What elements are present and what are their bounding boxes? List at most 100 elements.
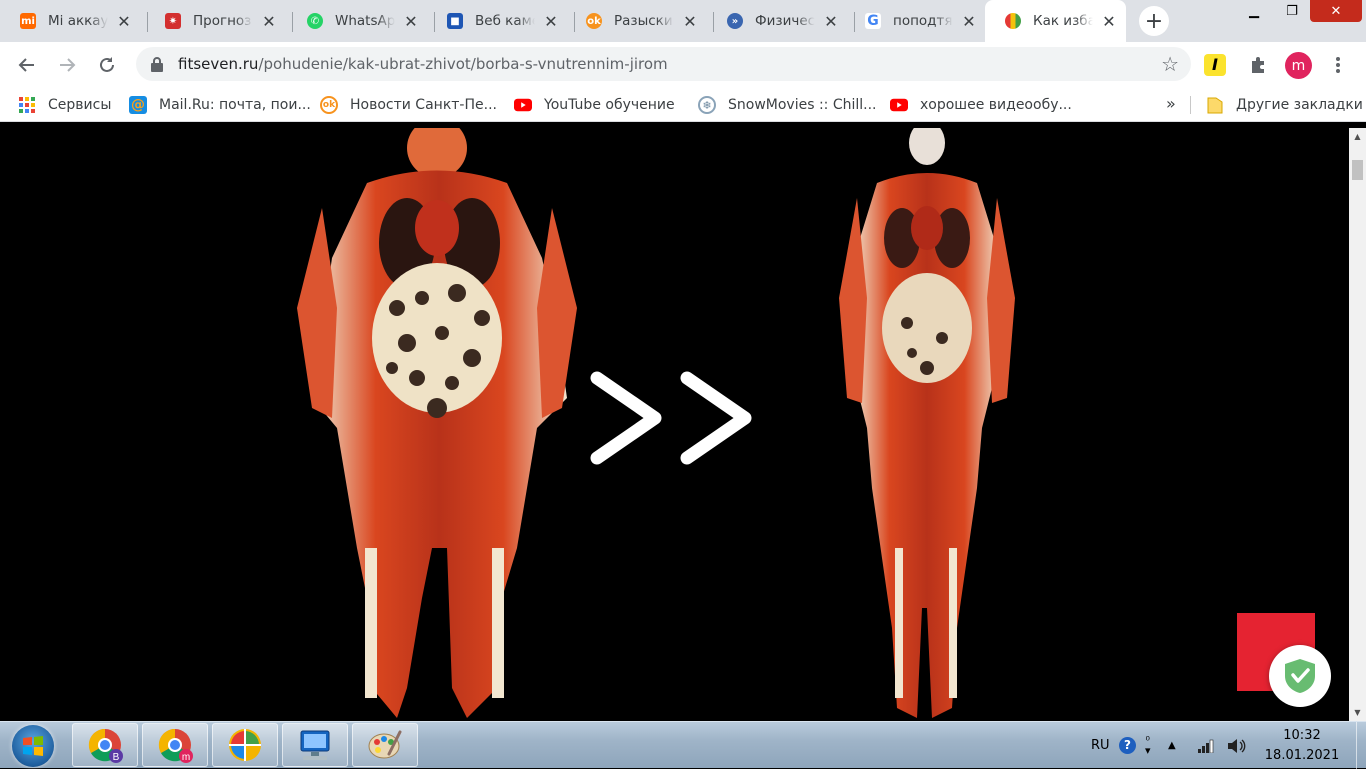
snowmovies-icon: ❄ <box>698 96 716 114</box>
show-hidden-icons-icon[interactable]: ▲ <box>1168 722 1176 769</box>
taskbar-chrome-profile-b[interactable]: B <box>72 723 138 767</box>
forecast-icon: ✷ <box>165 13 181 29</box>
clock-date: 18.01.2021 <box>1264 748 1340 763</box>
close-tab-icon[interactable]: ✕ <box>823 12 839 31</box>
system-clock[interactable]: 10:32 18.01.2021 <box>1262 726 1342 766</box>
bookmark-label: Mail.Ru: почта, пои... <box>159 97 311 113</box>
ime-tray-icon[interactable]: ⁰ ▾ <box>1145 722 1151 769</box>
clock-time: 10:32 <box>1283 728 1321 743</box>
other-bookmarks[interactable]: Другие закладки <box>1206 95 1363 115</box>
scroll-down-arrow-icon[interactable]: ▼ <box>1349 704 1366 721</box>
help-tray-icon[interactable]: ? <box>1119 722 1136 769</box>
tab-title: Разыскиваются <box>614 13 674 29</box>
physics-icon: » <box>727 13 743 29</box>
scrollbar-thumb[interactable] <box>1352 160 1363 180</box>
tab-title: Mi аккаунт <box>48 13 108 29</box>
bookmarks-overflow-button[interactable]: » <box>1166 94 1176 113</box>
address-bar[interactable]: fitseven.ru/pohudenie/kak-ubrat-zhivot/b… <box>136 47 1191 81</box>
tab-title: Физические <box>755 13 815 29</box>
page-content <box>0 128 1349 721</box>
url-path: /pohudenie/kak-ubrat-zhivot/borba-s-vnut… <box>258 55 668 73</box>
reload-button[interactable] <box>92 50 122 80</box>
close-tab-icon[interactable]: ✕ <box>961 12 977 31</box>
close-window-button[interactable]: ✕ <box>1310 0 1362 22</box>
transition-arrows <box>590 371 752 465</box>
close-tab-icon[interactable]: ✕ <box>1101 12 1117 31</box>
extension-i-icon: I <box>1204 54 1226 76</box>
odnoklassniki-icon: ok <box>586 13 602 29</box>
tab-google-search[interactable]: G поподтянуть ✕ <box>845 0 993 42</box>
volume-icon[interactable] <box>1227 722 1247 769</box>
bookmarks-bar: Сервисы @ Mail.Ru: почта, пои... ok Ново… <box>0 87 1366 122</box>
bookmark-services[interactable]: Сервисы <box>18 95 111 115</box>
chrome-menu-button[interactable] <box>1323 50 1353 80</box>
tab-title: поподтянуть <box>893 13 953 29</box>
chrome-icon: m <box>158 728 193 763</box>
bookmark-label: хорошее видеообу... <box>920 97 1072 113</box>
new-tab-button[interactable]: + <box>1139 6 1169 36</box>
start-button[interactable] <box>12 725 54 767</box>
tab-title: Прогноз <box>193 13 252 29</box>
forward-button[interactable] <box>52 50 82 80</box>
puzzle-icon <box>1252 57 1264 73</box>
profile-avatar[interactable]: m <box>1285 52 1312 79</box>
bookmark-star-icon[interactable]: ☆ <box>1161 52 1179 76</box>
scroll-up-arrow-icon[interactable]: ▲ <box>1349 128 1366 145</box>
tab-physical[interactable]: » Физические ✕ <box>707 0 855 42</box>
shield-check-icon <box>1285 659 1315 693</box>
page-scrollbar[interactable]: ▲ ▼ <box>1349 128 1366 721</box>
chrome-profile-badge: m <box>182 752 190 763</box>
figure-after <box>839 128 1015 718</box>
body-scan-comparison-image <box>97 128 1247 721</box>
close-tab-icon[interactable]: ✕ <box>116 12 132 31</box>
tab-whatsapp[interactable]: ✆ WhatsApp ✕ <box>287 0 435 42</box>
close-tab-icon[interactable]: ✕ <box>403 12 419 31</box>
url-domain: fitseven.ru <box>178 55 259 73</box>
fitseven-icon <box>1005 13 1021 29</box>
language-indicator[interactable]: RU <box>1091 722 1110 769</box>
tab-mi-account[interactable]: mi Mi аккаунт ✕ <box>0 0 148 42</box>
tab-title: Веб камеры <box>475 13 535 29</box>
close-tab-icon[interactable]: ✕ <box>682 12 698 31</box>
windows-taskbar: B m RU ? ⁰ ▾ ▲ 10:32 18.01.2021 <box>0 721 1366 769</box>
apps-grid-icon <box>18 96 36 114</box>
taskbar-windows-live[interactable] <box>212 723 278 767</box>
extension-button[interactable]: I <box>1200 50 1230 80</box>
chrome-profile-badge: B <box>113 752 120 763</box>
bookmark-snowmovies[interactable]: ❄ SnowMovies :: Chill... <box>698 95 877 115</box>
tab-webcams[interactable]: ■ Веб камеры ✕ <box>427 0 575 42</box>
google-icon: G <box>865 13 881 29</box>
close-tab-icon[interactable]: ✕ <box>543 12 559 31</box>
figure-before <box>297 128 577 718</box>
tab-forecast[interactable]: ✷ Прогноз ✕ <box>145 0 293 42</box>
adguard-shield-button[interactable] <box>1269 645 1331 707</box>
show-desktop-button[interactable] <box>1356 722 1366 769</box>
extensions-menu-button[interactable] <box>1244 50 1274 80</box>
bookmark-label: YouTube обучение <box>544 97 675 113</box>
url-text: fitseven.ru/pohudenie/kak-ubrat-zhivot/b… <box>178 55 668 73</box>
tab-strip: mi Mi аккаунт ✕ ✷ Прогноз ✕ ✆ WhatsApp ✕… <box>0 0 1366 42</box>
back-arrow-icon <box>18 58 34 72</box>
webcam-icon: ■ <box>447 13 463 29</box>
tab-title: WhatsApp <box>335 13 395 29</box>
back-button[interactable] <box>12 50 42 80</box>
taskbar-remote-desktop[interactable] <box>282 723 348 767</box>
windows-live-icon <box>229 729 261 761</box>
bookmark-mailru[interactable]: @ Mail.Ru: почта, пои... <box>129 95 311 115</box>
remote-desktop-icon <box>300 730 330 760</box>
network-signal-icon[interactable] <box>1198 722 1214 769</box>
bookmark-youtube-learning[interactable]: YouTube обучение <box>514 95 675 115</box>
taskbar-chrome-profile-m[interactable]: m <box>142 723 208 767</box>
paint-palette-icon <box>368 730 402 759</box>
tab-active-fitseven[interactable]: Как избавиться ✕ <box>985 0 1126 42</box>
bookmark-news-spb[interactable]: ok Новости Санкт-Пе... <box>320 95 497 115</box>
minimize-button[interactable]: ▁ <box>1234 0 1274 22</box>
bookmark-label: Сервисы <box>48 97 112 113</box>
close-tab-icon[interactable]: ✕ <box>261 12 277 31</box>
mailru-icon: @ <box>129 96 147 114</box>
taskbar-paint[interactable] <box>352 723 418 767</box>
tab-wanted[interactable]: ok Разыскиваются ✕ <box>566 0 714 42</box>
maximize-button[interactable]: ❐ <box>1274 0 1310 22</box>
bookmark-video-course[interactable]: хорошее видеообу... <box>890 95 1072 115</box>
bookmark-label: Новости Санкт-Пе... <box>350 97 497 113</box>
